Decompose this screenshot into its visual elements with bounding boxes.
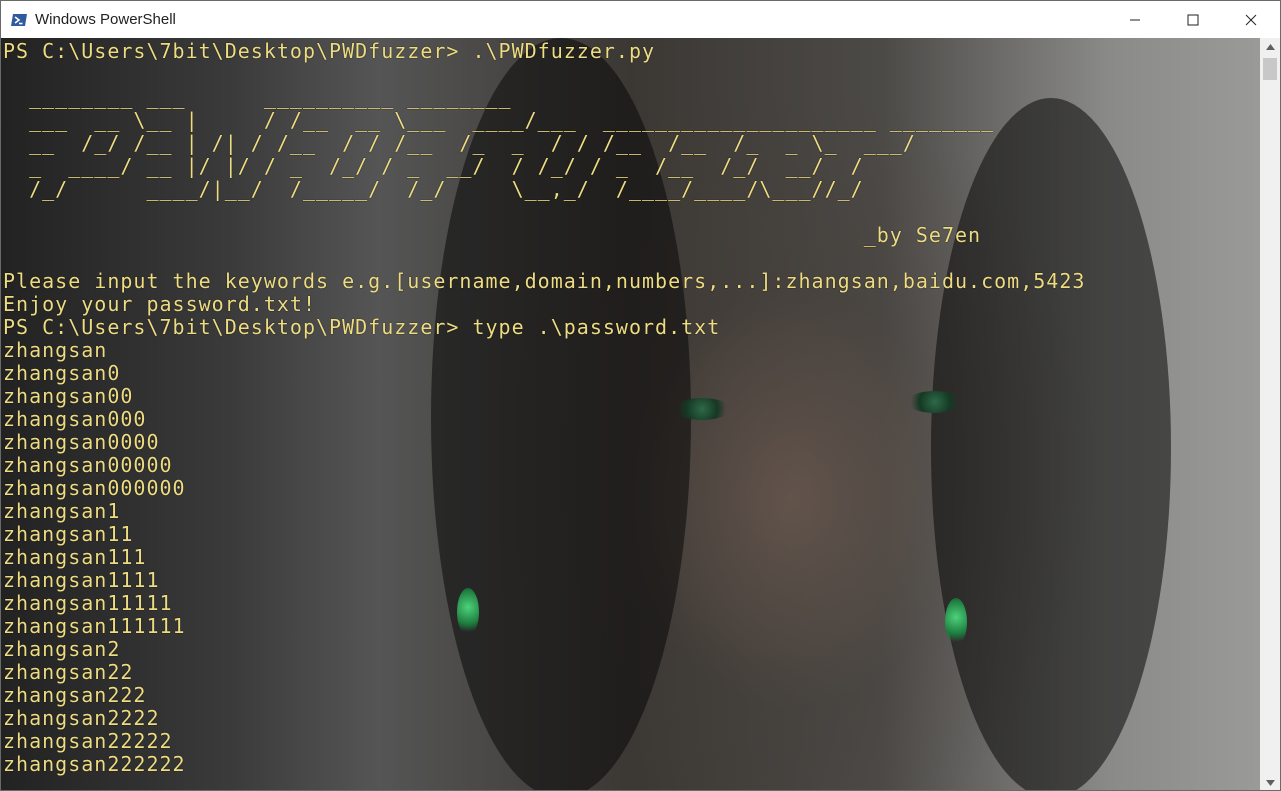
scroll-thumb[interactable] <box>1263 58 1277 80</box>
console-line: Please input the keywords e.g.[username,… <box>3 269 1086 293</box>
console-line: zhangsan <box>3 338 108 362</box>
console-line: PS C:\Users\7bit\Desktop\PWDfuzzer> .\PW… <box>3 39 656 63</box>
scroll-down-button[interactable] <box>1260 774 1280 790</box>
window-controls <box>1106 1 1280 38</box>
console-line: Enjoy your password.txt! <box>3 292 316 316</box>
console-line: zhangsan222 <box>3 683 147 707</box>
close-icon <box>1245 14 1257 25</box>
chevron-down-icon <box>1265 780 1275 786</box>
console-line: PS C:\Users\7bit\Desktop\PWDfuzzer> type… <box>3 315 721 339</box>
console-line: zhangsan000 <box>3 407 147 431</box>
console-line: zhangsan111111 <box>3 614 186 638</box>
console-line: zhangsan00000 <box>3 453 173 477</box>
console-line: zhangsan22 <box>3 660 134 684</box>
minimize-icon <box>1130 19 1140 20</box>
close-button[interactable] <box>1222 1 1280 38</box>
powershell-icon <box>11 13 27 26</box>
console-line: zhangsan0 <box>3 361 121 385</box>
console-line: zhangsan2222 <box>3 706 160 730</box>
console-line: zhangsan22222 <box>3 729 173 753</box>
console-line: zhangsan11 <box>3 522 134 546</box>
console-output: PS C:\Users\7bit\Desktop\PWDfuzzer> .\PW… <box>3 40 1085 776</box>
window-title: Windows PowerShell <box>35 11 176 28</box>
minimize-button[interactable] <box>1106 1 1164 38</box>
scroll-up-button[interactable] <box>1260 38 1280 56</box>
console-line: _ ____/ __ |/ |/ / _ /_/ / _ __/ / /_/ /… <box>3 154 864 178</box>
console-line: zhangsan000000 <box>3 476 186 500</box>
console-line: zhangsan222222 <box>3 752 186 776</box>
console-line: _by Se7en <box>3 223 982 247</box>
maximize-button[interactable] <box>1164 1 1222 38</box>
console-line: /_/ ____/|__/ /_____/ /_/ \__,_/ /____/_… <box>3 177 864 201</box>
console-line: zhangsan00 <box>3 384 134 408</box>
vertical-scrollbar[interactable] <box>1260 38 1280 790</box>
chevron-up-icon <box>1265 44 1275 50</box>
console-line: zhangsan1111 <box>3 568 160 592</box>
console-line: zhangsan2 <box>3 637 121 661</box>
title-bar[interactable]: Windows PowerShell <box>1 1 1280 38</box>
console-line: ___ __ \__ | / /__ __ \___ ____/___ ____… <box>3 108 995 132</box>
console-line: zhangsan0000 <box>3 430 160 454</box>
console-line: zhangsan1 <box>3 499 121 523</box>
maximize-icon <box>1187 14 1199 25</box>
console-line: ________ ___ __________ ________ <box>3 85 512 109</box>
console-line: __ /_/ /__ | /| / /__ / / /__ /_ _ / / /… <box>3 131 916 155</box>
powershell-window: Windows PowerShell PS C:\Users\7bit\Desk… <box>0 0 1281 791</box>
console-area[interactable]: PS C:\Users\7bit\Desktop\PWDfuzzer> .\PW… <box>1 38 1260 790</box>
console-line: zhangsan111 <box>3 545 147 569</box>
console-line: zhangsan11111 <box>3 591 173 615</box>
